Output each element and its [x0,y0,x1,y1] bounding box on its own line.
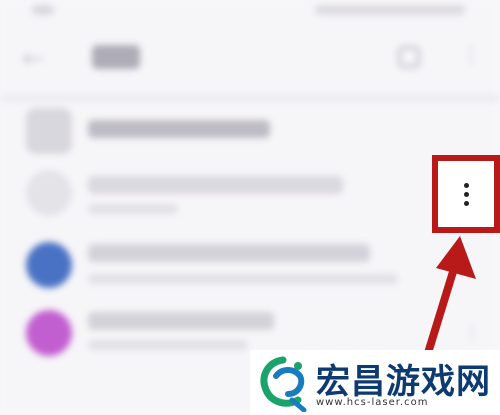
watermark-logo-icon [260,356,307,412]
arrow-head [436,236,476,279]
watermark-url: www.hcs-laser.com [316,397,429,408]
watermark-brand: 宏昌游戏网 [316,362,491,402]
watermark: 宏昌游戏网 www.hcs-laser.com [250,350,500,415]
